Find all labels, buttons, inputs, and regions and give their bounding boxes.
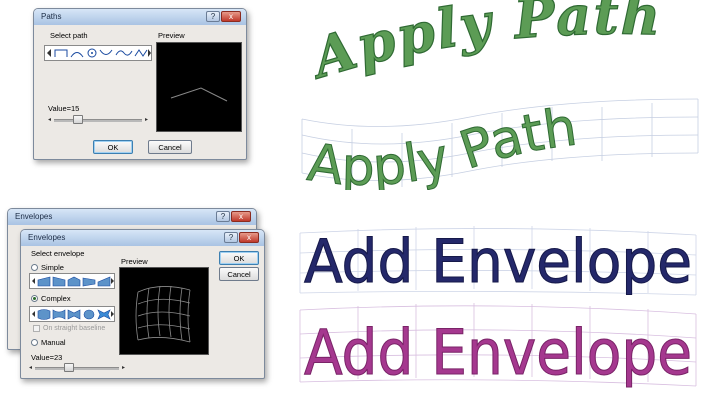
slider-left-arrow-icon[interactable]: ◂ [29, 364, 32, 371]
envelope-shape-slant-up[interactable] [37, 276, 51, 287]
slider-right-arrow-icon[interactable]: ▸ [122, 364, 125, 371]
envelopes-title: Envelopes [28, 233, 66, 242]
complex-radio[interactable]: Complex [31, 294, 71, 303]
path-shape-zigzag[interactable] [134, 49, 148, 57]
paths-value-slider[interactable]: ◂ ▸ [48, 115, 148, 125]
envelopes-help-button[interactable]: ? [224, 232, 238, 243]
add-envelope-blue-text: Add Envelope [304, 227, 692, 297]
paths-close-button[interactable]: x [221, 11, 241, 22]
add-envelope-purple-sample: Add Envelope [299, 303, 697, 390]
envelopes-slider-thumb[interactable] [64, 363, 74, 372]
envelope-shape-bulge[interactable] [37, 309, 51, 320]
paths-dialog: Paths ? x Select path Preview Value=15 ◂… [33, 8, 247, 160]
envelope-shape-bowtie[interactable] [67, 309, 81, 320]
envelope-shape-slant-down[interactable] [52, 276, 66, 287]
envelopes-back-titlebar[interactable]: Envelopes ? x [8, 209, 256, 225]
paths-titlebar[interactable]: Paths ? x [34, 9, 246, 25]
envelopes-dialog: Envelopes ? x Select envelope Preview Si… [20, 229, 265, 379]
paths-preview-label: Preview [158, 31, 185, 40]
path-shape-dip[interactable] [99, 49, 113, 55]
svg-text:Apply Path: Apply Path [304, 97, 580, 190]
envelope-shape-peak[interactable] [67, 276, 81, 287]
envelope-shape-oval[interactable] [83, 309, 95, 320]
add-envelope-blue-sample: Add Envelope [299, 226, 697, 298]
paths-help-button[interactable]: ? [206, 11, 220, 22]
manual-radio[interactable]: Manual [31, 338, 66, 347]
apply-path-wave-text: Apply Path [304, 97, 581, 190]
envelope-shape-pinch[interactable] [52, 309, 66, 320]
path-shape-wave[interactable] [115, 50, 133, 56]
complex-envelope-selector[interactable] [29, 306, 115, 322]
envelopes-value-label: Value=23 [31, 353, 63, 362]
apply-path-wave-sample: Apply Path [301, 97, 699, 190]
envelopes-back-close-button[interactable]: x [231, 211, 251, 222]
paths-value-label: Value=15 [48, 104, 80, 113]
paths-preview-canvas [156, 42, 242, 132]
select-envelope-label: Select envelope [31, 249, 85, 258]
add-envelope-purple-text: Add Envelope [304, 316, 692, 389]
paths-cancel-button[interactable]: Cancel [148, 140, 192, 154]
path-shape-selector[interactable] [44, 45, 152, 61]
paths-slider-thumb[interactable] [73, 115, 83, 124]
envelope-shape-flag[interactable] [97, 276, 111, 287]
envelope-shape-star[interactable] [97, 309, 111, 320]
envelopes-preview-canvas [119, 267, 209, 355]
on-straight-baseline-checkbox[interactable]: On straight baseline [33, 325, 105, 332]
envelopes-back-title: Envelopes [15, 212, 53, 221]
path-shape-circle[interactable] [87, 48, 97, 58]
envelopes-back-help-button[interactable]: ? [216, 211, 230, 222]
paths-title: Paths [41, 12, 62, 21]
apply-path-arc-sample: Apply Path [300, 0, 663, 92]
envelopes-close-button[interactable]: x [239, 232, 259, 243]
apply-path-arc-text: Apply Path [300, 0, 661, 92]
simple-envelope-selector[interactable] [29, 273, 115, 289]
envelope-shape-taper[interactable] [82, 277, 96, 287]
path-shape-arch[interactable] [54, 49, 68, 57]
slider-right-arrow-icon[interactable]: ▸ [145, 116, 148, 123]
envelopes-value-slider[interactable]: ◂ ▸ [29, 363, 125, 373]
select-path-label: Select path [50, 31, 88, 40]
path-shape-bump[interactable] [70, 52, 84, 58]
envelopes-preview-label: Preview [121, 257, 148, 266]
envelopes-titlebar[interactable]: Envelopes ? x [21, 230, 264, 246]
envelopes-ok-button[interactable]: OK [219, 251, 259, 265]
svg-text:Apply Path: Apply Path [301, 0, 663, 92]
envelopes-cancel-button[interactable]: Cancel [219, 267, 259, 281]
simple-radio[interactable]: Simple [31, 263, 64, 272]
paths-ok-button[interactable]: OK [93, 140, 133, 154]
slider-left-arrow-icon[interactable]: ◂ [48, 116, 51, 123]
